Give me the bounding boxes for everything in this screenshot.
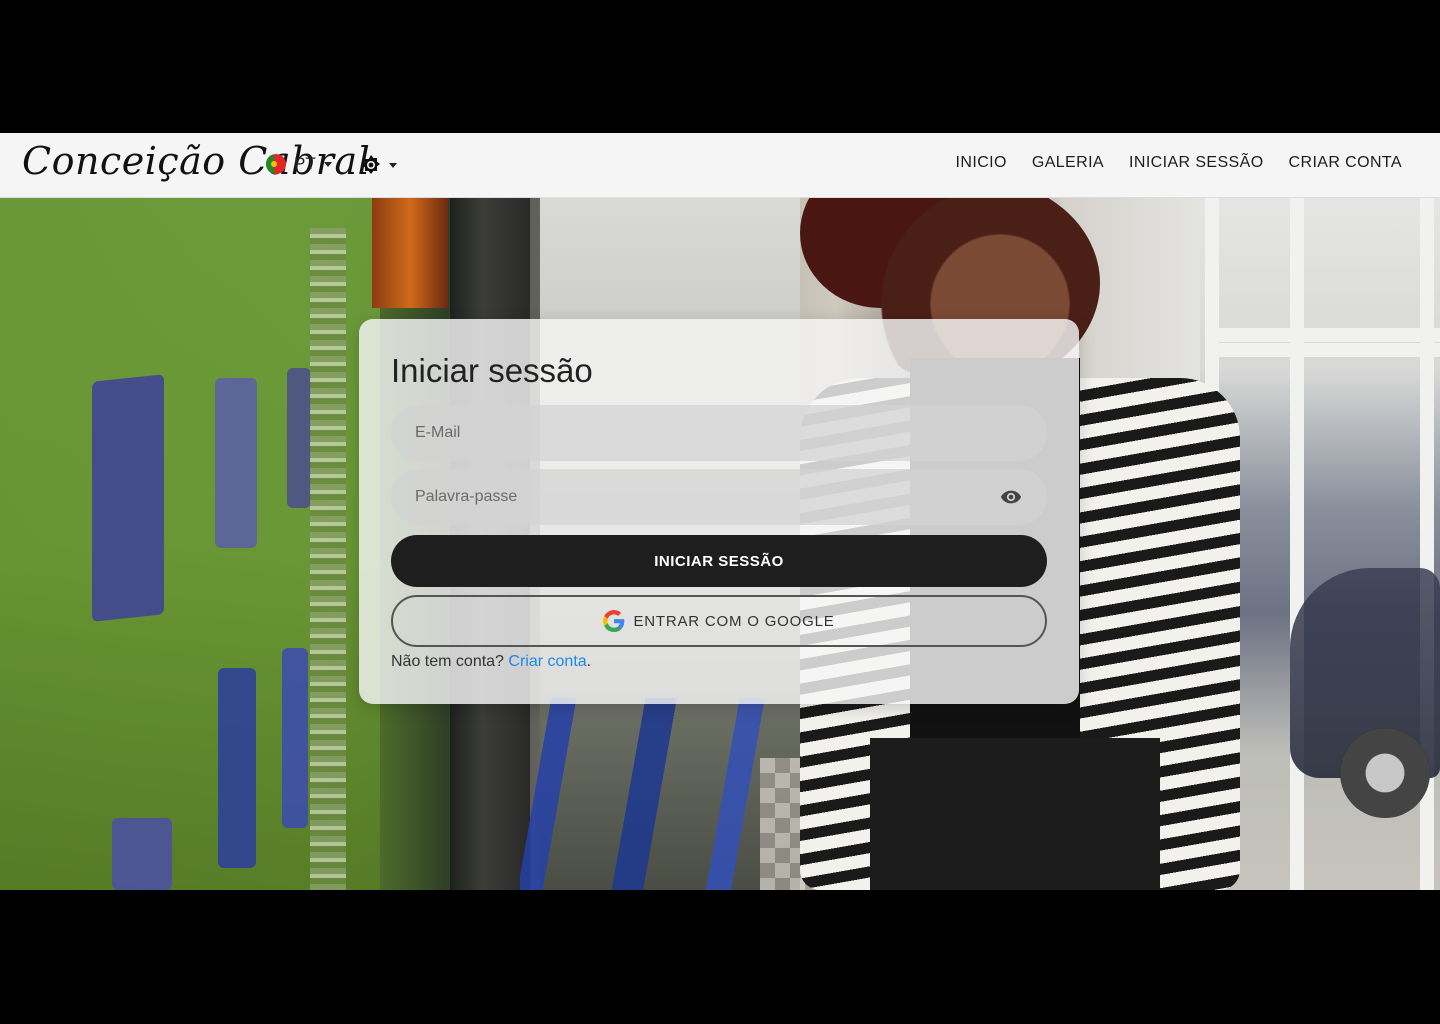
eye-icon[interactable] [999, 486, 1023, 508]
google-login-label: ENTRAR COM O GOOGLE [633, 612, 835, 630]
google-login-button[interactable]: ENTRAR COM O GOOGLE [391, 595, 1047, 647]
chevron-down-icon [389, 162, 397, 168]
password-field[interactable] [391, 469, 1047, 525]
language-selector[interactable]: PT [266, 154, 332, 174]
top-navbar: Conceição Cabral PT INICIO GALERIA INICI… [0, 133, 1440, 198]
letterbox-bottom [0, 890, 1440, 1024]
letterbox-top [0, 0, 1440, 133]
signup-prompt-text: Não tem conta? [391, 653, 504, 670]
main-nav: INICIO GALERIA INICIAR SESSÃO CRIAR CONT… [956, 154, 1402, 172]
nav-criar-conta[interactable]: CRIAR CONTA [1289, 154, 1402, 172]
orange-glass [372, 198, 448, 308]
nav-iniciar-sessao[interactable]: INICIAR SESSÃO [1129, 154, 1264, 172]
theme-toggle[interactable] [359, 153, 397, 177]
email-input[interactable] [415, 424, 975, 442]
language-code: PT [294, 154, 316, 173]
black-pants [870, 738, 1160, 890]
bead-strip [310, 228, 346, 890]
page-title: Iniciar sessão [391, 352, 593, 389]
glass-tile [92, 374, 164, 622]
blue-glass-sculptures [520, 698, 800, 890]
glass-tile [215, 378, 257, 548]
glass-tile [112, 818, 172, 890]
signup-prompt: Não tem conta? Criar conta. [391, 653, 1047, 671]
glass-tile [218, 668, 256, 868]
nav-inicio[interactable]: INICIO [956, 154, 1007, 172]
login-button[interactable]: INICIAR SESSÃO [391, 535, 1047, 587]
signup-link[interactable]: Criar conta [508, 653, 586, 670]
brightness-icon [362, 155, 380, 174]
window-frame [1205, 328, 1440, 342]
email-field[interactable] [391, 405, 1047, 461]
login-card: Iniciar sessão INICIAR SESSÃO ENTRAR COM… [359, 319, 1079, 704]
portugal-flag-icon [266, 154, 286, 174]
chevron-down-icon [323, 161, 332, 167]
window-frame [1205, 343, 1440, 357]
car-wheel [1340, 728, 1430, 818]
signup-suffix: . [586, 653, 592, 670]
window-frame [1290, 198, 1304, 890]
google-icon [603, 610, 625, 632]
glass-tile [287, 368, 311, 508]
password-input[interactable] [415, 488, 975, 506]
nav-galeria[interactable]: GALERIA [1032, 154, 1104, 172]
glass-tile [282, 648, 308, 828]
